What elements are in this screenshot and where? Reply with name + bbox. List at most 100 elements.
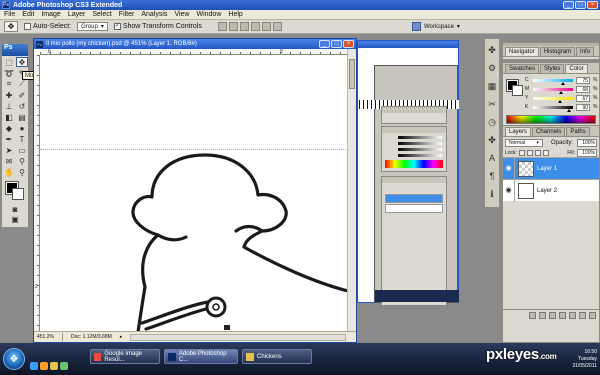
ie-icon[interactable]: [30, 362, 38, 370]
doc-maximize-button[interactable]: □: [331, 40, 342, 48]
lock-transparent-icon[interactable]: [518, 149, 525, 156]
toolbox-header[interactable]: Ps: [2, 44, 28, 56]
close-button[interactable]: ×: [587, 1, 598, 9]
document-titlebar[interactable]: Ps Il mio pollo (my chicken).psd @ 451% …: [34, 39, 356, 49]
channel-value[interactable]: 90: [576, 103, 590, 111]
new-group-icon[interactable]: [569, 312, 576, 319]
background-document-window[interactable]: [357, 40, 459, 306]
blend-mode-dropdown[interactable]: Normal ▾: [505, 138, 543, 147]
stamp-tool-icon[interactable]: ⊥: [3, 101, 15, 111]
doc-minimize-button[interactable]: _: [319, 40, 330, 48]
slice-tool-icon[interactable]: ⟋: [16, 79, 28, 89]
trash-icon[interactable]: [589, 312, 596, 319]
menu-edit[interactable]: Edit: [22, 11, 34, 18]
move-tool-icon[interactable]: ✥: [16, 57, 28, 67]
show-transform-checkbox[interactable]: [113, 21, 121, 30]
eyedropper-tool-icon[interactable]: ⚲: [16, 156, 28, 166]
yellow-slider[interactable]: [533, 96, 573, 103]
lock-position-icon[interactable]: [534, 149, 541, 156]
dodge-tool-icon[interactable]: ●: [16, 123, 28, 133]
align-bottom-icon[interactable]: [239, 22, 249, 31]
task-chickens-folder[interactable]: Chickens: [242, 349, 312, 364]
layer-row[interactable]: ◉ Layer 2: [503, 179, 599, 202]
channel-value[interactable]: 68: [576, 85, 590, 93]
brush-tool-icon[interactable]: ✐: [16, 90, 28, 100]
workspace-button[interactable]: Workspace ▾: [412, 22, 460, 31]
lock-image-icon[interactable]: [526, 149, 533, 156]
menu-select[interactable]: Select: [92, 11, 111, 18]
quick-mask-icon[interactable]: ◙: [9, 204, 21, 214]
tab-color[interactable]: Color: [565, 64, 588, 73]
slider-marker[interactable]: [567, 108, 571, 112]
task-google-images[interactable]: Google Image Resul...: [90, 349, 160, 364]
link-layers-icon[interactable]: [529, 312, 536, 319]
align-top-icon[interactable]: [217, 22, 227, 31]
actions-icon[interactable]: ✂: [486, 99, 498, 111]
crop-tool-icon[interactable]: ⌗: [3, 79, 15, 89]
tab-histogram[interactable]: Histogram: [539, 47, 576, 56]
channel-value[interactable]: 75: [576, 76, 590, 84]
path-select-tool-icon[interactable]: ➤: [3, 145, 15, 155]
system-tray-clock[interactable]: 16:50 Tuesday 31/05/2011: [572, 349, 597, 370]
layer-comps-icon[interactable]: ▦: [486, 81, 498, 93]
marquee-tool-icon[interactable]: ⬚: [3, 57, 15, 67]
blur-tool-icon[interactable]: ◆: [3, 123, 15, 133]
layer-mask-icon[interactable]: [549, 312, 556, 319]
move-tool-preset-icon[interactable]: ✥: [4, 21, 18, 32]
tab-paths[interactable]: Paths: [566, 127, 590, 136]
history-brush-icon[interactable]: ↺: [16, 101, 28, 111]
magenta-slider[interactable]: [533, 87, 573, 94]
minimize-button[interactable]: _: [563, 1, 574, 9]
screen-mode-icon[interactable]: ▣: [9, 214, 21, 224]
layer-row[interactable]: ◉ Layer 1: [503, 157, 599, 180]
menu-filter[interactable]: Filter: [119, 11, 135, 18]
color-spectrum-bar[interactable]: [506, 115, 596, 124]
gradient-tool-icon[interactable]: ▤: [16, 112, 28, 122]
media-icon[interactable]: [60, 362, 68, 370]
lasso-tool-icon[interactable]: ➰: [3, 68, 15, 78]
history-icon[interactable]: ◷: [486, 117, 498, 129]
task-photoshop[interactable]: Adobe Photoshop C...: [164, 349, 238, 364]
document-size-info[interactable]: Doc: 1.12M/3.68M: [71, 334, 112, 340]
pen-tool-icon[interactable]: ✒: [3, 134, 15, 144]
tab-info[interactable]: Info: [576, 47, 595, 56]
visibility-eye-icon[interactable]: ◉: [503, 179, 515, 202]
layer-style-icon[interactable]: [539, 312, 546, 319]
paragraph-icon[interactable]: ¶: [486, 171, 498, 183]
menu-image[interactable]: Image: [41, 11, 60, 18]
adjustment-layer-icon[interactable]: [559, 312, 566, 319]
align-left-icon[interactable]: [250, 22, 260, 31]
background-color[interactable]: [12, 188, 24, 200]
brushes-panel-icon[interactable]: ✤: [486, 45, 498, 57]
zoom-level[interactable]: 451.2%: [37, 334, 54, 340]
vertical-scrollbar[interactable]: [347, 49, 356, 332]
maximize-button[interactable]: □: [575, 1, 586, 9]
hand-tool-icon[interactable]: ✋: [3, 167, 15, 177]
align-middle-icon[interactable]: [228, 22, 238, 31]
menu-file[interactable]: File: [4, 11, 15, 18]
menu-view[interactable]: View: [174, 11, 189, 18]
panel-background-color[interactable]: [512, 85, 523, 96]
auto-select-checkbox[interactable]: [24, 23, 31, 30]
menu-layer[interactable]: Layer: [68, 11, 86, 18]
visibility-eye-icon[interactable]: ◉: [503, 157, 515, 180]
auto-select-dropdown[interactable]: Group ▾: [77, 22, 108, 31]
horizontal-scrollbar[interactable]: [130, 333, 346, 341]
tab-navigator[interactable]: Navigator: [505, 47, 539, 56]
healing-tool-icon[interactable]: ✚: [3, 90, 15, 100]
clone-source-icon[interactable]: ✤: [486, 135, 498, 147]
status-arrow-icon[interactable]: ▸: [120, 334, 123, 340]
character-icon[interactable]: A: [486, 153, 498, 165]
info-icon[interactable]: ℹ: [486, 189, 498, 201]
document-canvas[interactable]: [40, 55, 348, 332]
notes-tool-icon[interactable]: ✉: [3, 156, 15, 166]
start-button[interactable]: ❖: [3, 348, 25, 370]
tab-channels[interactable]: Channels: [532, 127, 566, 136]
doc-close-button[interactable]: ×: [343, 40, 354, 48]
tab-swatches[interactable]: Swatches: [505, 64, 540, 73]
align-right-icon[interactable]: [272, 22, 282, 31]
type-tool-icon[interactable]: T: [16, 134, 28, 144]
menu-analysis[interactable]: Analysis: [141, 11, 167, 18]
vertical-scroll-thumb[interactable]: [349, 59, 355, 89]
fill-input[interactable]: 100%: [577, 148, 597, 157]
